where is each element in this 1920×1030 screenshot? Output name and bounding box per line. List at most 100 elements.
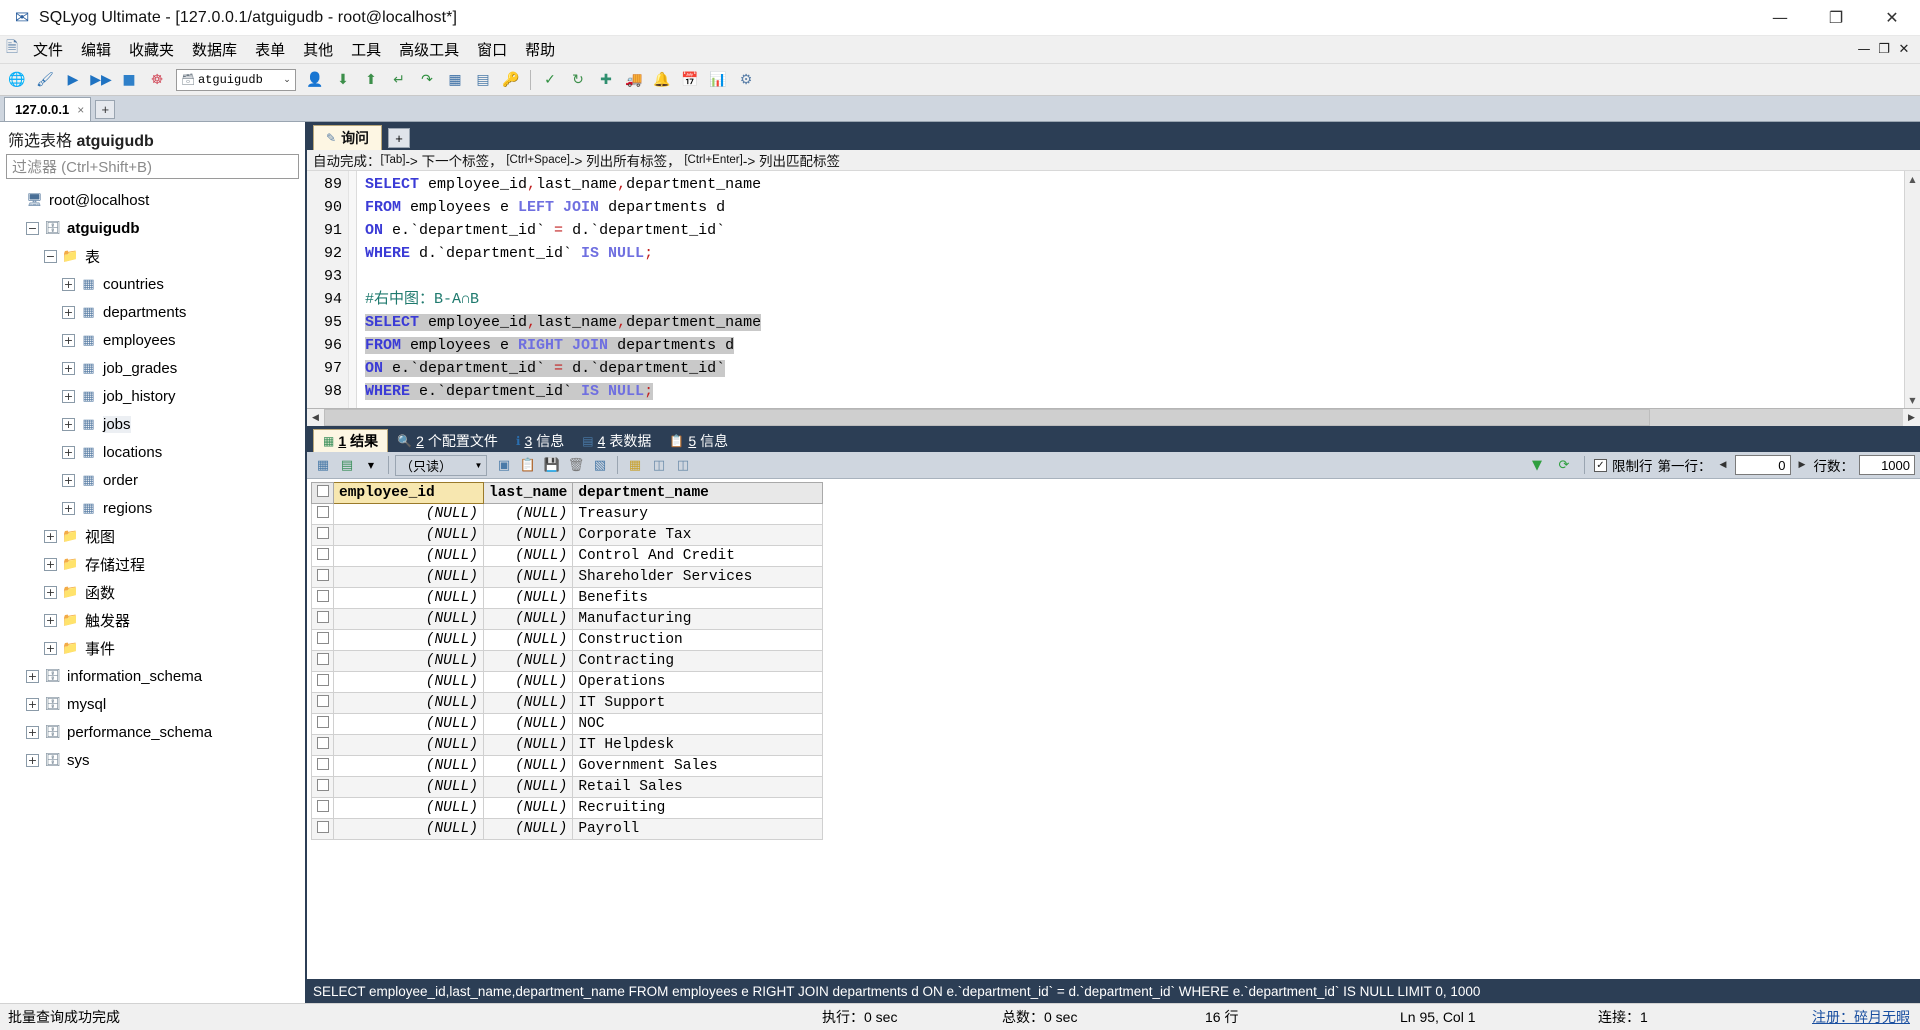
grid-cell[interactable]: (NULL): [482, 713, 574, 735]
tree-node-regions[interactable]: + ▦ regions: [0, 494, 305, 522]
grid-cell[interactable]: (NULL): [333, 797, 484, 819]
mdi-restore-button[interactable]: ❐: [1874, 42, 1894, 57]
menu-help[interactable]: 帮助: [516, 35, 564, 64]
result-tab-3[interactable]: ℹ3 信息: [507, 429, 573, 452]
refresh-data-icon[interactable]: ▣: [493, 455, 515, 476]
expand-icon[interactable]: +: [44, 641, 57, 655]
mdi-minimize-button[interactable]: —: [1854, 42, 1874, 57]
register-link[interactable]: 注册：碎月无暇: [1812, 1007, 1910, 1027]
readonly-selector[interactable]: （只读） ▼: [395, 454, 487, 476]
menu-edit[interactable]: 编辑: [72, 35, 120, 64]
row-checkbox[interactable]: [316, 799, 329, 812]
grid-cell[interactable]: (NULL): [333, 713, 484, 735]
scroll-up-icon[interactable]: ▲: [1904, 171, 1920, 187]
row-checkbox-cell[interactable]: [311, 734, 334, 756]
collapse-icon[interactable]: −: [44, 249, 57, 263]
select-all-checkbox[interactable]: [316, 484, 329, 497]
new-connection-icon[interactable]: 🌐: [4, 67, 30, 93]
code-line[interactable]: SELECT employee_id,last_name,department_…: [365, 311, 1920, 334]
grid-cell[interactable]: Retail Sales: [572, 776, 824, 798]
row-checkbox[interactable]: [316, 610, 329, 623]
grid-cell[interactable]: Manufacturing: [572, 608, 824, 630]
row-checkbox[interactable]: [316, 652, 329, 665]
expand-icon[interactable]: +: [44, 529, 57, 543]
tree-node-information_schema[interactable]: + 🗄 information_schema: [0, 662, 305, 690]
limit-rows-checkbox[interactable]: ✓: [1594, 458, 1607, 472]
result-tab-4[interactable]: ▤ 4 表数据: [573, 429, 660, 452]
delete-row-icon[interactable]: 🗑: [565, 455, 587, 476]
tree-node-performance_schema[interactable]: + 🗄 performance_schema: [0, 718, 305, 746]
grid-cell[interactable]: IT Support: [572, 692, 824, 714]
preferences-icon[interactable]: ⚙: [733, 67, 759, 93]
collapse-icon[interactable]: −: [26, 221, 39, 235]
expand-icon[interactable]: +: [62, 277, 75, 291]
grid-cell[interactable]: (NULL): [482, 734, 574, 756]
grid-cell[interactable]: Payroll: [572, 818, 824, 840]
tree-node-jobs[interactable]: + ▦ jobs: [0, 410, 305, 438]
form-view-icon[interactable]: ▤: [336, 455, 358, 476]
tree-node-视图[interactable]: + 📁 视图: [0, 522, 305, 550]
menu-window[interactable]: 窗口: [468, 35, 516, 64]
table-row[interactable]: (NULL) (NULL) Construction: [311, 629, 824, 651]
migration-icon[interactable]: 🚚: [621, 67, 647, 93]
table-row[interactable]: (NULL) (NULL) Manufacturing: [311, 608, 824, 630]
close-button[interactable]: ✕: [1864, 0, 1920, 35]
scroll-left-icon[interactable]: ◀: [307, 409, 324, 426]
grid-cell[interactable]: (NULL): [482, 524, 574, 546]
add-query-tab-button[interactable]: +: [388, 128, 411, 148]
tree-node-函数[interactable]: + 📁 函数: [0, 578, 305, 606]
export-data-icon[interactable]: ⬆: [358, 67, 384, 93]
sql-code-area[interactable]: SELECT employee_id,last_name,department_…: [357, 171, 1920, 408]
table-row[interactable]: (NULL) (NULL) Shareholder Services: [311, 566, 824, 588]
row-checkbox-cell[interactable]: [311, 524, 334, 546]
manage-keys-icon[interactable]: 🔑: [498, 67, 524, 93]
chevron-down-icon[interactable]: ⌄: [279, 75, 295, 85]
expand-icon[interactable]: +: [62, 445, 75, 459]
expand-icon[interactable]: +: [26, 697, 39, 711]
grid-cell[interactable]: (NULL): [333, 629, 484, 651]
grid-cell[interactable]: Benefits: [572, 587, 824, 609]
row-checkbox-cell[interactable]: [311, 650, 334, 672]
tree-node-job_grades[interactable]: + ▦ job_grades: [0, 354, 305, 382]
grid-cell[interactable]: Control And Credit: [572, 545, 824, 567]
table-row[interactable]: (NULL) (NULL) Control And Credit: [311, 545, 824, 567]
first-row-input[interactable]: 0: [1734, 455, 1791, 475]
menu-tools[interactable]: 工具: [342, 35, 390, 64]
export-grid-icon[interactable]: ▧: [589, 455, 611, 476]
chevron-down-icon[interactable]: ▼: [360, 455, 382, 476]
expand-icon[interactable]: +: [44, 585, 57, 599]
grid-cell[interactable]: (NULL): [482, 608, 574, 630]
expand-icon[interactable]: +: [26, 725, 39, 739]
grid-cell[interactable]: Construction: [572, 629, 824, 651]
row-checkbox[interactable]: [316, 757, 329, 770]
grid-cell[interactable]: Treasury: [572, 503, 824, 525]
refresh-objects-icon[interactable]: ☸: [144, 67, 170, 93]
row-checkbox[interactable]: [316, 631, 329, 644]
table-row[interactable]: (NULL) (NULL) Payroll: [311, 818, 824, 840]
rows-count-input[interactable]: 1000: [1859, 455, 1915, 475]
schema-designer-icon[interactable]: ▤: [470, 67, 496, 93]
grid-cell[interactable]: (NULL): [482, 671, 574, 693]
row-checkbox-cell[interactable]: [311, 776, 334, 798]
grid-cell[interactable]: (NULL): [482, 692, 574, 714]
expand-icon[interactable]: +: [62, 473, 75, 487]
row-checkbox[interactable]: [316, 778, 329, 791]
table-row[interactable]: (NULL) (NULL) Retail Sales: [311, 776, 824, 798]
grid-cell[interactable]: Recruiting: [572, 797, 824, 819]
reports-icon[interactable]: 📊: [705, 67, 731, 93]
table-diagnostics-icon[interactable]: ▦: [442, 67, 468, 93]
result-grid-area[interactable]: employee_id last_name department_name (NULL…: [307, 479, 1920, 979]
tree-node-mysql[interactable]: + 🗄 mysql: [0, 690, 305, 718]
query-builder-icon[interactable]: ✓: [537, 67, 563, 93]
row-checkbox-cell[interactable]: [311, 755, 334, 777]
tree-node-表[interactable]: − 📁 表: [0, 242, 305, 270]
expand-icon[interactable]: +: [26, 669, 39, 683]
filter-input[interactable]: 过滤器 (Ctrl+Shift+B): [6, 154, 299, 179]
result-tab-2[interactable]: 🔍 2 个配置文件: [388, 429, 507, 452]
result-tab-1[interactable]: ▦ 1 结果: [313, 429, 389, 452]
first-row-decrement[interactable]: ◀: [1717, 460, 1730, 470]
filter-icon[interactable]: ▼: [1526, 455, 1548, 476]
expand-icon[interactable]: +: [62, 361, 75, 375]
grid-cell[interactable]: (NULL): [482, 818, 574, 840]
table-row[interactable]: (NULL) (NULL) Operations: [311, 671, 824, 693]
